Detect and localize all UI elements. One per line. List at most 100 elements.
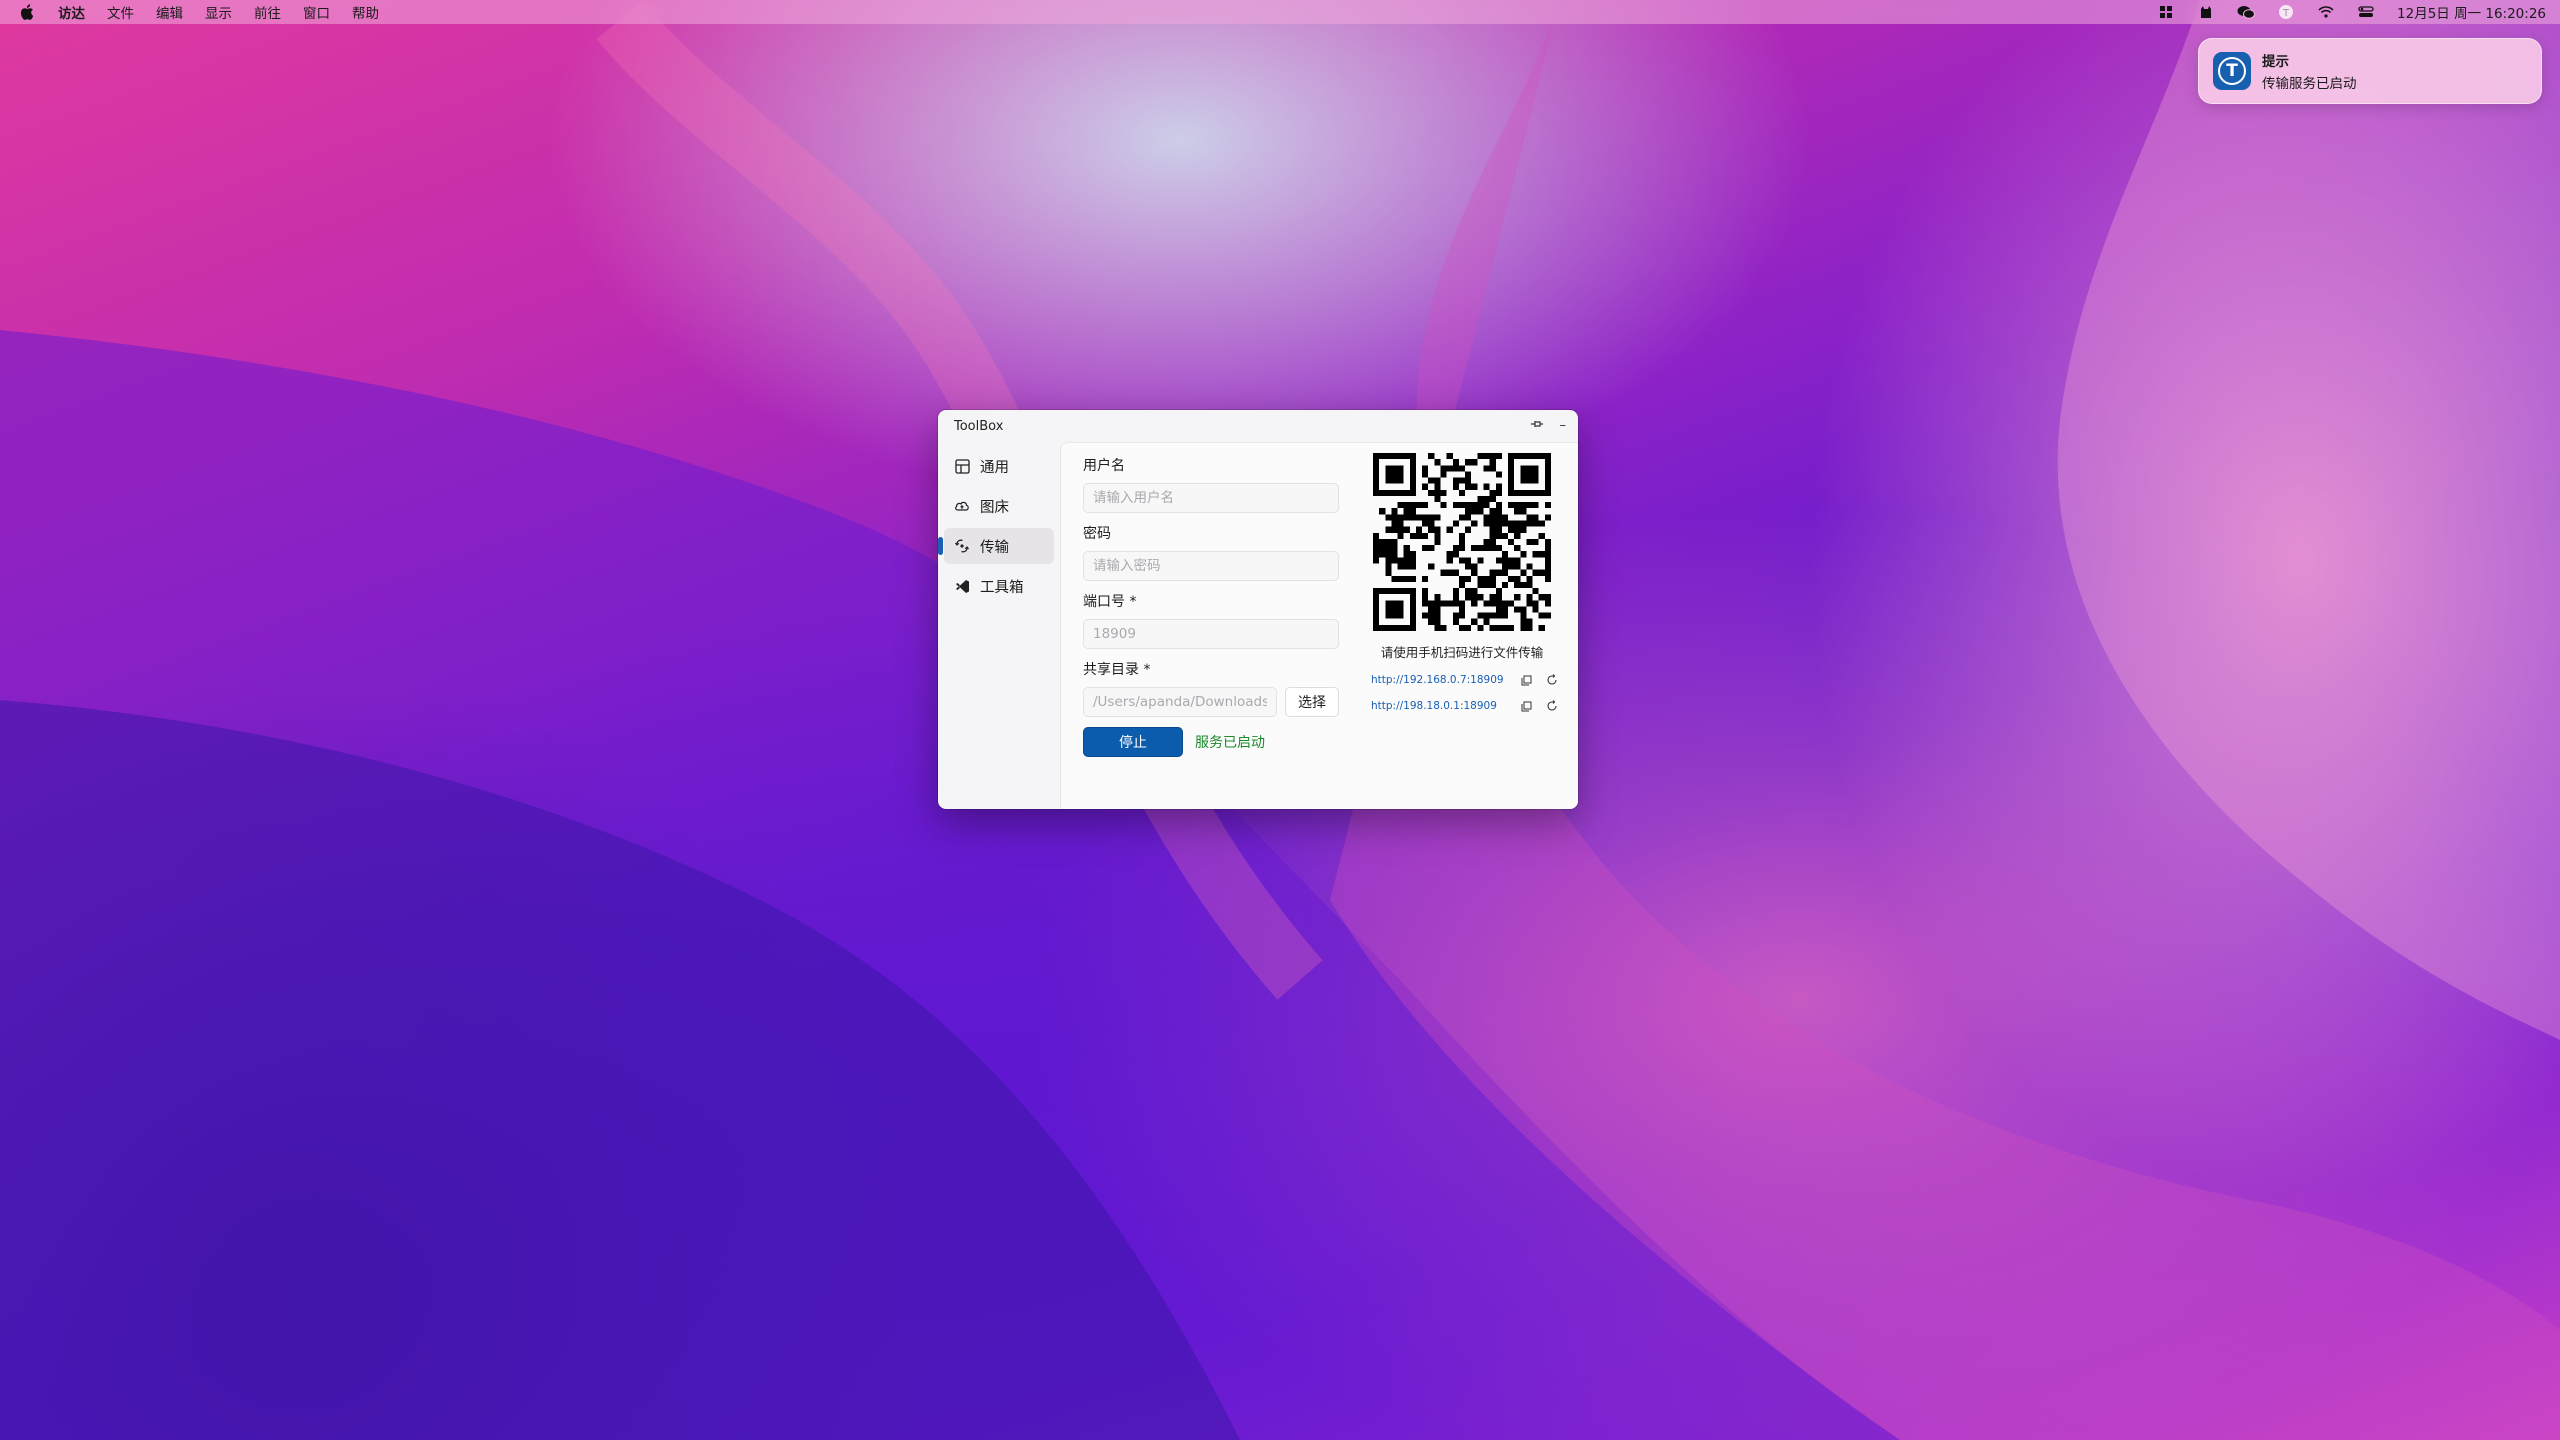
qr-module: [1373, 483, 1380, 490]
menu-item-window[interactable]: 窗口: [303, 2, 330, 22]
sidebar-item-transfer[interactable]: 传输: [938, 528, 1054, 564]
qr-module: [1391, 520, 1398, 527]
qr-module: [1514, 526, 1521, 533]
password-input[interactable]: [1083, 551, 1339, 581]
qr-module: [1526, 489, 1533, 496]
qr-module: [1385, 489, 1392, 496]
qr-module: [1409, 588, 1416, 595]
qr-module: [1471, 600, 1478, 607]
qr-module: [1532, 465, 1539, 472]
qr-module: [1514, 606, 1521, 613]
qr-module: [1483, 545, 1490, 552]
qr-module: [1385, 557, 1392, 564]
select-dir-button[interactable]: 选择: [1285, 687, 1339, 717]
qr-module: [1391, 624, 1398, 631]
qr-module: [1428, 606, 1435, 613]
qr-module: [1446, 453, 1453, 460]
copy-icon[interactable]: [1519, 699, 1533, 713]
pin-icon[interactable]: [1530, 418, 1544, 434]
qr-module: [1520, 471, 1527, 478]
sidebar-item-image-host[interactable]: 图床: [944, 488, 1054, 524]
qr-module: [1532, 502, 1539, 509]
qr-module: [1373, 624, 1380, 631]
qr-module: [1385, 453, 1392, 460]
apple-icon[interactable]: [18, 4, 36, 20]
qr-module: [1501, 557, 1509, 564]
qr-module: [1422, 600, 1429, 607]
qr-module: [1501, 520, 1509, 527]
qr-module: [1428, 600, 1435, 607]
qr-code: [1373, 453, 1551, 631]
qr-module: [1495, 612, 1502, 619]
qr-module: [1489, 514, 1496, 521]
app-grid-icon[interactable]: [2157, 4, 2175, 20]
refresh-icon[interactable]: [1545, 699, 1559, 713]
qr-module: [1489, 465, 1496, 472]
url-link[interactable]: http://192.168.0.7:18909: [1371, 674, 1507, 686]
cat-icon[interactable]: [2197, 4, 2215, 20]
qr-module: [1379, 538, 1386, 546]
toolbox-icon[interactable]: T: [2277, 4, 2295, 20]
menu-item-view[interactable]: 显示: [205, 2, 232, 22]
notification-body: 传输服务已启动: [2262, 76, 2357, 92]
qr-module: [1477, 575, 1484, 582]
qr-module: [1465, 483, 1472, 490]
stop-button[interactable]: 停止: [1083, 727, 1183, 757]
clock[interactable]: 12月5日 周一 16:20:26: [2397, 2, 2546, 22]
qr-module: [1508, 502, 1515, 509]
qr-module: [1526, 465, 1533, 472]
qr-module: [1483, 502, 1490, 509]
qr-module: [1544, 557, 1551, 564]
qr-module: [1508, 624, 1515, 631]
qr-module: [1452, 618, 1459, 625]
sidebar-item-general[interactable]: 通用: [944, 448, 1054, 484]
qr-module: [1391, 477, 1398, 484]
qr-module: [1544, 563, 1551, 570]
qr-module: [1508, 600, 1515, 607]
wifi-icon[interactable]: [2317, 4, 2335, 20]
copy-icon[interactable]: [1519, 673, 1533, 687]
menu-item-file[interactable]: 文件: [107, 2, 134, 22]
qr-module: [1526, 594, 1533, 601]
minimize-button[interactable]: –: [1560, 418, 1567, 434]
menu-item-finder[interactable]: 访达: [58, 2, 85, 22]
refresh-icon[interactable]: [1545, 673, 1559, 687]
qr-module: [1385, 624, 1392, 631]
qr-module: [1452, 594, 1459, 601]
qr-module: [1391, 471, 1398, 478]
qr-module: [1477, 453, 1484, 460]
qr-module: [1409, 618, 1416, 625]
menu-item-edit[interactable]: 编辑: [156, 2, 183, 22]
qr-module: [1409, 502, 1416, 509]
qr-module: [1415, 514, 1423, 521]
qr-module: [1422, 612, 1429, 619]
qr-module: [1489, 538, 1496, 546]
qr-module: [1520, 612, 1527, 619]
share-dir-input[interactable]: [1083, 687, 1277, 717]
notification-banner[interactable]: T 提示 传输服务已启动: [2198, 38, 2542, 104]
username-input[interactable]: [1083, 483, 1339, 513]
control-center-icon[interactable]: [2357, 4, 2375, 20]
wechat-icon[interactable]: [2237, 4, 2256, 20]
menu-item-go[interactable]: 前往: [254, 2, 281, 22]
qr-module: [1440, 489, 1447, 496]
qr-module: [1385, 526, 1392, 533]
qr-module: [1373, 618, 1380, 625]
window-title: ToolBox: [954, 418, 1004, 434]
url-link[interactable]: http://198.18.0.1:18909: [1371, 700, 1507, 712]
qr-module: [1397, 612, 1404, 619]
qr-module: [1458, 581, 1466, 589]
menu-item-help[interactable]: 帮助: [352, 2, 379, 22]
qr-module: [1397, 624, 1404, 631]
qr-module: [1538, 532, 1545, 539]
qr-module: [1403, 624, 1410, 631]
sidebar-item-toolbox[interactable]: 工具箱: [944, 568, 1054, 604]
qr-module: [1495, 532, 1502, 539]
qr-module: [1532, 453, 1539, 460]
qr-module: [1403, 588, 1410, 595]
port-input[interactable]: [1083, 619, 1339, 649]
qr-module: [1409, 453, 1416, 460]
qr-module: [1428, 545, 1435, 552]
title-bar[interactable]: ToolBox –: [938, 410, 1578, 442]
qr-module: [1373, 489, 1380, 496]
